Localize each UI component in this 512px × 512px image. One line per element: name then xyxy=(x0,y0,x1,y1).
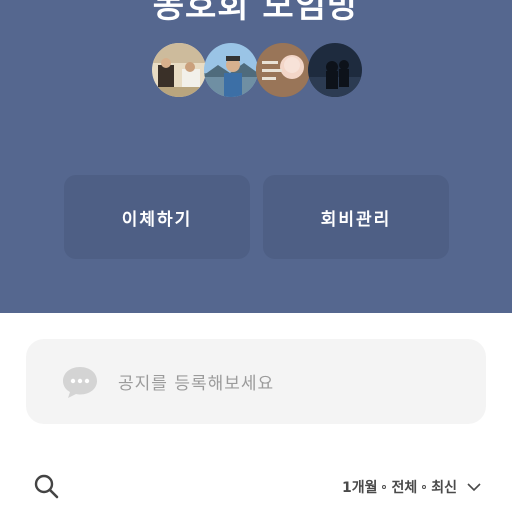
search-icon[interactable] xyxy=(33,473,59,499)
speech-bubble-icon xyxy=(63,367,97,398)
transfer-button-label: 이체하기 xyxy=(121,209,193,230)
notice-input[interactable]: 공지를 등록해보세요 xyxy=(26,339,486,424)
member-avatar-4[interactable] xyxy=(308,43,362,97)
filter-dropdown[interactable]: 1개월 전체 최신 xyxy=(342,476,482,498)
dues-management-button[interactable]: 회비관리 xyxy=(263,175,449,259)
filter-sort: 최신 xyxy=(431,480,457,496)
group-header: 동호회 모임방 이체하기 회비관리 xyxy=(0,0,512,313)
separator-dot xyxy=(422,485,427,489)
member-avatar-1[interactable] xyxy=(152,43,206,97)
filter-type: 전체 xyxy=(391,480,418,496)
member-avatar-3[interactable] xyxy=(256,43,310,97)
notice-placeholder: 공지를 등록해보세요 xyxy=(118,374,275,394)
separator-dot xyxy=(382,485,387,489)
transfer-button[interactable]: 이체하기 xyxy=(64,175,250,259)
group-title: 동호회 모임방 xyxy=(152,0,360,26)
filter-period: 1개월 xyxy=(341,480,378,496)
dues-management-button-label: 회비관리 xyxy=(320,209,392,230)
member-avatar-2[interactable] xyxy=(204,43,258,97)
chevron-down-icon xyxy=(467,483,481,492)
